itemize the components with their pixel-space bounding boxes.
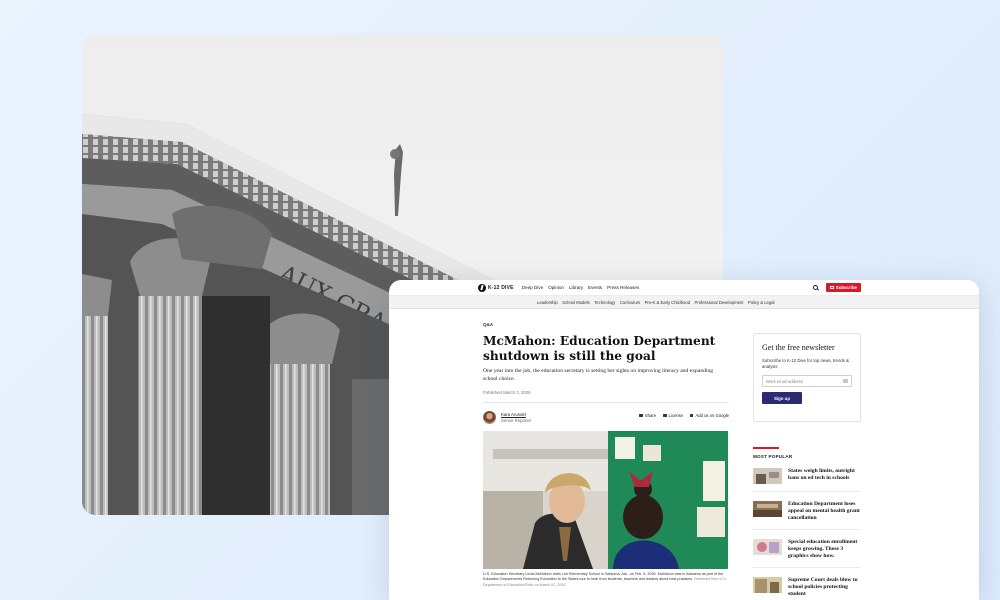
webpage-card: K-12 DIVE Deep Dive Opinion Library Even… (389, 280, 979, 600)
nav-item-press-releases[interactable]: Press Releases (607, 285, 639, 290)
most-popular: MOST POPULAR States weigh limits, outrig… (753, 447, 861, 600)
list-item[interactable]: Education Department loses appeal on men… (753, 501, 861, 530)
add-on-google-button[interactable]: Add us on Google (689, 413, 729, 418)
author-role: Senior Reporter (501, 417, 532, 423)
subnav-item-pre-k[interactable]: Pre-K & Early Childhood (645, 300, 690, 305)
license-icon (663, 413, 667, 418)
envelope-icon (829, 286, 834, 289)
accent-rule (753, 447, 779, 449)
newsletter-title: Get the free newsletter (762, 343, 835, 352)
signup-button[interactable]: Sign up (762, 392, 802, 404)
thumbnail-image (753, 501, 782, 517)
site-logo[interactable]: K-12 DIVE (478, 283, 514, 292)
list-item[interactable]: Supreme Court deals blow to school polic… (753, 577, 861, 600)
article-dek: One year into the job, the education sec… (483, 368, 714, 382)
nav-item-deep-dive[interactable]: Deep Dive (522, 285, 543, 290)
list-item-title: Supreme Court deals blow to school polic… (788, 577, 858, 597)
article-actions: Share License Add us on Google (639, 413, 729, 418)
article-headline: McMahon: Education Department shutdown i… (483, 334, 716, 363)
nav-item-library[interactable]: Library (569, 285, 583, 290)
logo-text: K-12 DIVE (488, 284, 514, 291)
search-icon[interactable] (812, 285, 818, 290)
top-navigation-bar: K-12 DIVE Deep Dive Opinion Library Even… (389, 280, 979, 296)
subnav-item-policy-legal[interactable]: Policy & Legal (748, 300, 775, 305)
most-popular-title: MOST POPULAR (753, 454, 793, 459)
article: Q&A McMahon: Education Department shutdo… (483, 322, 729, 588)
byline: Kara Arundel Senior Reporter Share Licen… (483, 402, 729, 425)
author-avatar (483, 411, 496, 424)
thumbnail-image (753, 468, 782, 484)
share-icon (639, 413, 643, 418)
thumbnail-image (753, 577, 782, 593)
subscribe-button[interactable]: Subscribe (825, 283, 861, 292)
list-item-title: States weigh limits, outright bans on ed… (788, 468, 855, 481)
subnav-item-leadership[interactable]: Leadership (537, 300, 558, 305)
logo-icon (478, 283, 486, 292)
newsletter-description: Subscribe to K-12 Dive for top news, tre… (762, 358, 849, 369)
topic-nav: Leadership School Models Technology Curr… (389, 296, 979, 309)
share-label: Share (644, 413, 657, 418)
license-label: License (668, 413, 683, 418)
primary-nav: Deep Dive Opinion Library Events Press R… (522, 285, 640, 290)
subnav-item-school-models[interactable]: School Models (562, 300, 589, 305)
license-button[interactable]: License (663, 413, 683, 418)
hero-image (483, 431, 728, 569)
email-field[interactable]: Work email address (762, 375, 852, 387)
subscribe-label: Subscribe (835, 285, 857, 290)
nav-item-events[interactable]: Events (588, 285, 602, 290)
nav-item-opinion[interactable]: Opinion (548, 285, 564, 290)
image-caption: U.S. Education Secretary Linda McMahon v… (483, 572, 729, 588)
article-kicker[interactable]: Q&A (483, 322, 729, 327)
bookmark-icon (689, 413, 694, 418)
newsletter-box: Get the free newsletter Subscribe to K-1… (753, 333, 861, 422)
list-item-title: Education Department loses appeal on men… (788, 501, 860, 521)
add-on-google-label: Add us on Google (695, 413, 729, 418)
subnav-item-professional-development[interactable]: Professional Development (695, 300, 744, 305)
thumbnail-image (753, 539, 782, 555)
share-button[interactable]: Share (639, 413, 656, 418)
email-placeholder: Work email address (766, 378, 803, 384)
subnav-item-curriculum[interactable]: Curriculum (620, 300, 640, 305)
list-item[interactable]: Special education enrollment keeps growi… (753, 539, 861, 568)
list-item[interactable]: States weigh limits, outright bans on ed… (753, 468, 861, 492)
caption-text: U.S. Education Secretary Linda McMahon v… (483, 572, 724, 582)
list-item-title: Special education enrollment keeps growi… (788, 539, 858, 559)
publish-date: Published March 3, 2026 (483, 390, 531, 395)
subnav-item-technology[interactable]: Technology (594, 300, 615, 305)
